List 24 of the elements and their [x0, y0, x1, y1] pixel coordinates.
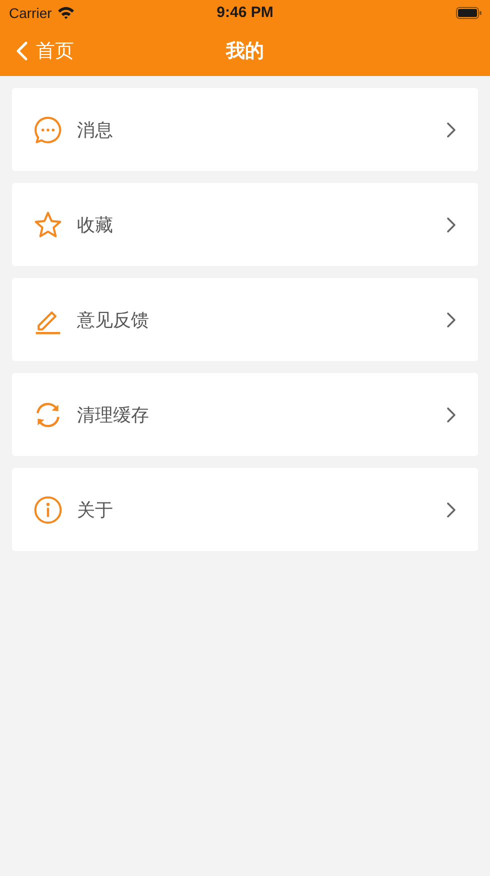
chevron-right-icon	[446, 216, 456, 232]
menu-item[interactable]: 关于	[12, 468, 478, 551]
chat-bubble-icon	[33, 114, 63, 144]
battery-icon	[456, 6, 482, 18]
wifi-icon	[56, 6, 75, 19]
menu-item[interactable]: 意见反馈	[12, 278, 478, 361]
carrier-name: Carrier	[9, 4, 52, 20]
menu-item[interactable]: 清理缓存	[12, 373, 478, 456]
info-icon	[33, 494, 63, 524]
chevron-right-icon	[446, 406, 456, 422]
menu-label: 清理缓存	[77, 404, 150, 426]
chevron-left-icon	[16, 40, 28, 60]
status-time: 9:46 PM	[216, 4, 274, 21]
menu-label: 收藏	[77, 214, 114, 236]
menu-label: 消息	[77, 118, 114, 142]
chevron-right-icon	[446, 312, 456, 328]
menu-item[interactable]: 消息	[12, 88, 478, 171]
page-title: 我的	[226, 40, 264, 64]
chevron-right-icon	[446, 502, 456, 518]
chevron-right-icon	[446, 122, 456, 138]
menu-label: 意见反馈	[77, 308, 150, 332]
star-icon	[33, 210, 63, 240]
menu-label: 关于	[77, 498, 114, 522]
menu-item[interactable]: 收藏	[12, 183, 478, 266]
